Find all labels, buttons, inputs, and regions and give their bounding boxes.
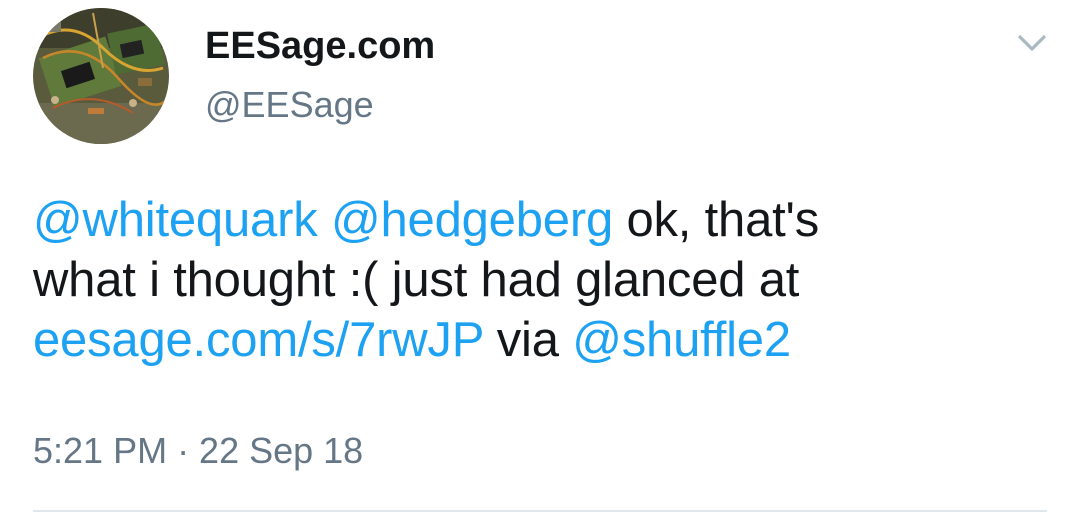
tweet-line-3: eesage.com/s/7rwJP via @shuffle2 <box>33 310 1053 370</box>
avatar[interactable] <box>33 8 169 144</box>
mention-whitequark-link[interactable]: @whitequark <box>33 193 318 247</box>
tweet-text-segment: via <box>496 313 559 367</box>
divider <box>33 510 1047 512</box>
mention-shuffle2-link[interactable]: @shuffle2 <box>572 313 791 367</box>
url-link[interactable]: eesage.com/s/7rwJP <box>33 313 484 367</box>
tweet-text: @whitequark @hedgeberg ok, that's what i… <box>33 190 1053 370</box>
avatar-image <box>33 8 169 144</box>
mention-hedgeberg-link[interactable]: @hedgeberg <box>331 193 613 247</box>
author-handle[interactable]: @EESage <box>205 82 374 128</box>
tweet-line-1: @whitequark @hedgeberg ok, that's <box>33 190 1053 250</box>
chevron-down-icon[interactable] <box>1012 28 1052 58</box>
author-display-name[interactable]: EESage.com <box>205 22 435 70</box>
tweet-timestamp[interactable]: 5:21 PM · 22 Sep 18 <box>33 428 363 474</box>
tweet-line-2: what i thought :( just had glanced at <box>33 250 1053 310</box>
tweet-text-segment: what i thought :( just had glanced at <box>33 253 800 307</box>
tweet-text-segment: ok, that's <box>626 193 820 247</box>
